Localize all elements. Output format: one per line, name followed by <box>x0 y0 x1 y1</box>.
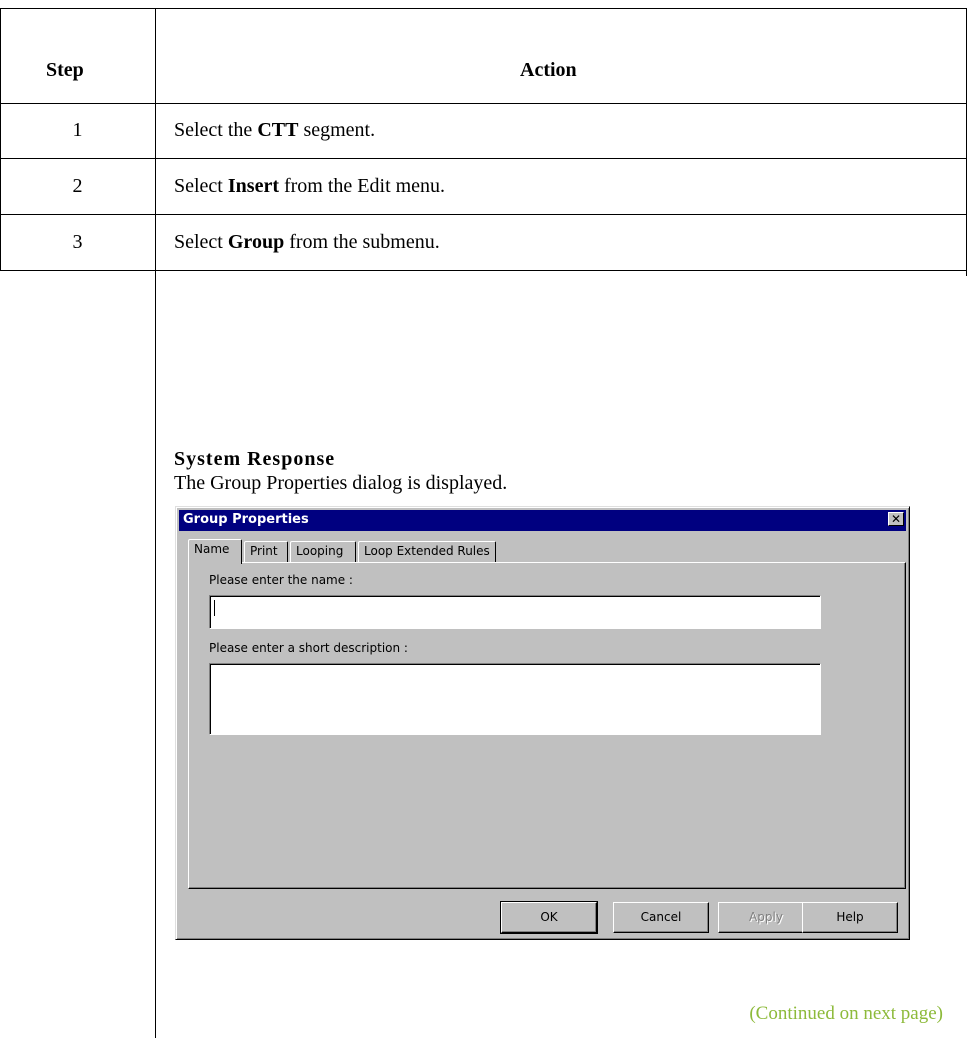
step-action: Select Insert from the Edit menu. <box>174 174 445 198</box>
dialog-title: Group Properties <box>183 512 309 527</box>
action-text: Select <box>174 175 228 197</box>
tab-label: Name <box>194 542 230 556</box>
cancel-button[interactable]: Cancel <box>613 902 709 933</box>
row-divider <box>0 158 967 159</box>
tab-label: Print <box>250 544 278 558</box>
action-keyword: CTT <box>257 119 299 141</box>
action-text: from the submenu. <box>284 231 440 253</box>
step-number: 1 <box>72 119 83 141</box>
text-caret <box>214 600 215 616</box>
description-label: Please enter a short description : <box>209 641 408 655</box>
row-divider <box>0 103 967 104</box>
tab-loop-extended-rules[interactable]: Loop Extended Rules <box>358 541 496 562</box>
step-number: 2 <box>72 175 83 197</box>
action-text: Select <box>174 231 228 253</box>
cancel-button-label: Cancel <box>640 910 682 924</box>
name-tab-panel: Please enter the name : Please enter a s… <box>188 562 906 889</box>
dialog-titlebar[interactable]: Group Properties ✕ <box>179 510 906 531</box>
name-input[interactable] <box>209 595 821 629</box>
help-button[interactable]: Help <box>802 902 898 933</box>
help-button-label: Help <box>836 910 864 924</box>
column-divider <box>155 8 156 1038</box>
tab-label: Looping <box>296 544 344 558</box>
apply-button-label: Apply <box>749 910 783 924</box>
row-divider <box>0 270 967 271</box>
step-action: Select the CTT segment. <box>174 118 375 142</box>
description-input[interactable] <box>209 663 821 735</box>
ok-button-label: OK <box>540 910 558 924</box>
action-column-header: Action <box>520 59 577 81</box>
tab-looping[interactable]: Looping <box>290 541 356 562</box>
action-keyword: Group <box>227 231 285 253</box>
row-divider <box>0 214 967 215</box>
close-icon[interactable]: ✕ <box>888 512 904 526</box>
system-response-text: The Group Properties dialog is displayed… <box>174 472 508 494</box>
tab-name[interactable]: Name <box>188 539 242 564</box>
tab-print[interactable]: Print <box>244 541 288 562</box>
step-action: Select Group from the submenu. <box>174 230 440 254</box>
step-number: 3 <box>72 231 83 253</box>
action-text: from the Edit menu. <box>278 175 446 197</box>
system-response-heading: System Response <box>174 448 336 470</box>
group-properties-dialog: Group Properties ✕ Name Print Looping Lo… <box>175 506 910 940</box>
apply-button: Apply <box>718 902 814 933</box>
continued-note: (Continued on next page) <box>749 1003 943 1024</box>
action-keyword: Insert <box>227 175 279 197</box>
ok-button[interactable]: OK <box>500 901 598 934</box>
table-top-border <box>0 8 967 9</box>
step-column-header: Step <box>46 59 84 81</box>
action-text: segment. <box>298 119 376 141</box>
action-text: Select the <box>174 119 258 141</box>
name-label: Please enter the name : <box>209 573 353 587</box>
tab-label: Loop Extended Rules <box>364 544 490 558</box>
